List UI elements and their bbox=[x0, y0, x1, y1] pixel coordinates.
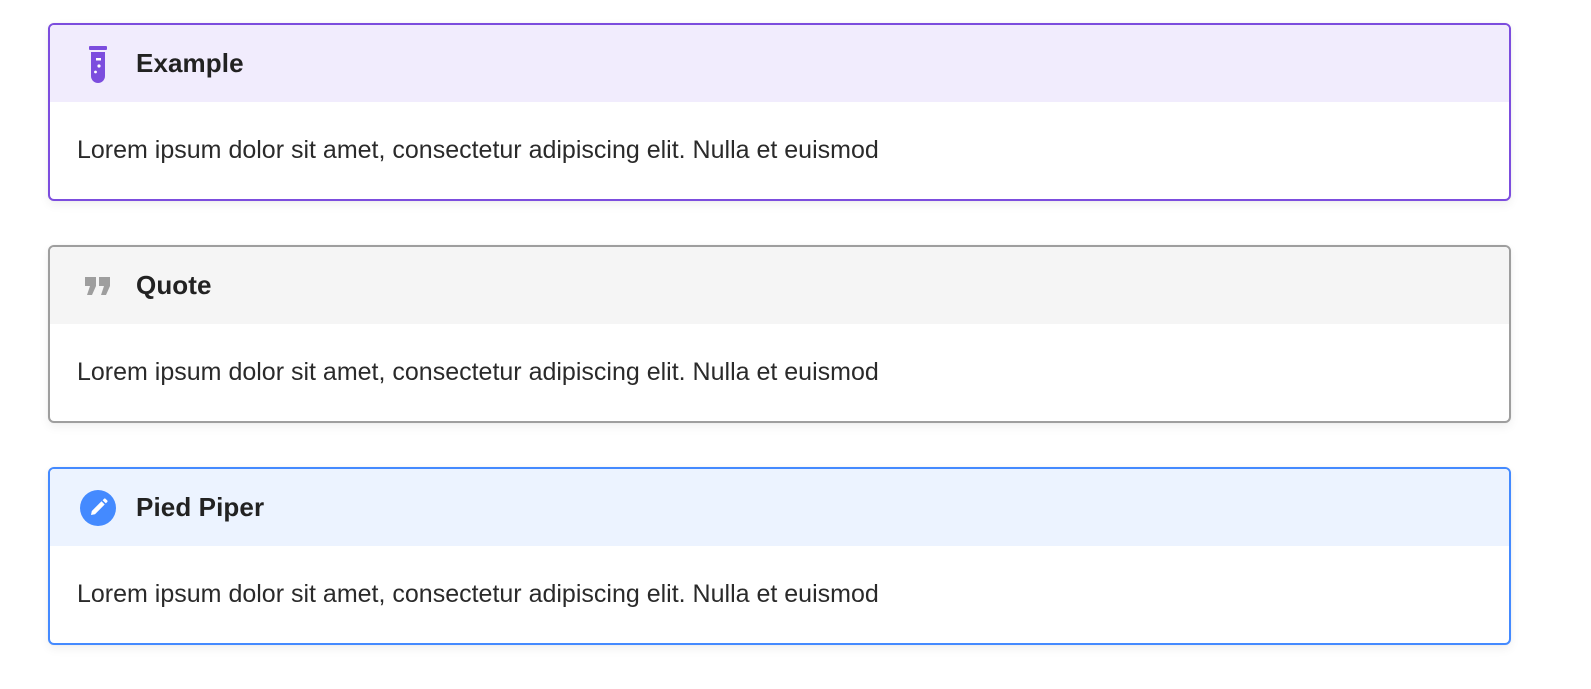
admonition-body: Lorem ipsum dolor sit amet, consectetur … bbox=[77, 580, 879, 608]
admonition-example: Example Lorem ipsum dolor sit amet, cons… bbox=[48, 23, 1511, 201]
quote-icon bbox=[78, 266, 118, 306]
admonition-title: Quote bbox=[136, 270, 212, 300]
admonition-title-bar: Example bbox=[50, 25, 1509, 102]
admonition-title: Example bbox=[136, 48, 244, 78]
admonition-quote: Quote Lorem ipsum dolor sit amet, consec… bbox=[48, 245, 1511, 423]
admonition-title-bar: Quote bbox=[50, 247, 1509, 324]
admonition-body: Lorem ipsum dolor sit amet, consectetur … bbox=[77, 358, 879, 386]
pencil-icon bbox=[78, 488, 118, 528]
admonition-pied-piper: Pied Piper Lorem ipsum dolor sit amet, c… bbox=[48, 467, 1511, 645]
test-tube-icon bbox=[78, 44, 118, 84]
admonition-body: Lorem ipsum dolor sit amet, consectetur … bbox=[77, 136, 879, 164]
admonition-title: Pied Piper bbox=[136, 492, 265, 522]
admonition-title-bar: Pied Piper bbox=[50, 469, 1509, 546]
